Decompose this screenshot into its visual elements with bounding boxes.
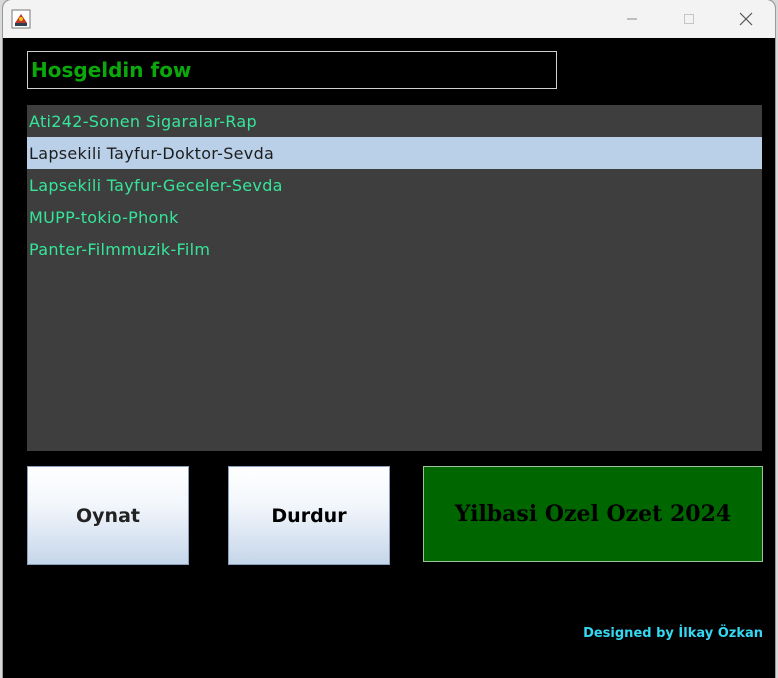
song-list-item[interactable]: Lapsekili Tayfur-Doktor-Sevda: [27, 137, 762, 169]
new-year-summary-button[interactable]: Yilbasi Ozel Ozet 2024: [423, 466, 763, 562]
song-list[interactable]: Ati242-Sonen Sigaralar-Rap Lapsekili Tayf…: [27, 105, 762, 451]
play-button[interactable]: Oynat: [27, 466, 189, 565]
designer-credit: Designed by İlkay Özkan: [583, 626, 763, 641]
close-icon[interactable]: [721, 0, 771, 38]
app-window: Hosgeldin fow Ati242-Sonen Sigaralar-Rap…: [3, 0, 775, 678]
song-list-item[interactable]: Panter-Filmmuzik-Film: [27, 233, 762, 265]
title-bar[interactable]: [3, 0, 775, 38]
minimize-icon[interactable]: [607, 0, 657, 38]
song-list-item[interactable]: Lapsekili Tayfur-Geceler-Sevda: [27, 169, 762, 201]
song-list-item[interactable]: Ati242-Sonen Sigaralar-Rap: [27, 105, 762, 137]
song-list-item[interactable]: MUPP-tokio-Phonk: [27, 201, 762, 233]
java-app-icon[interactable]: [11, 9, 31, 29]
welcome-field[interactable]: Hosgeldin fow: [27, 51, 557, 89]
maximize-icon[interactable]: [664, 0, 714, 38]
stop-button[interactable]: Durdur: [228, 466, 390, 565]
